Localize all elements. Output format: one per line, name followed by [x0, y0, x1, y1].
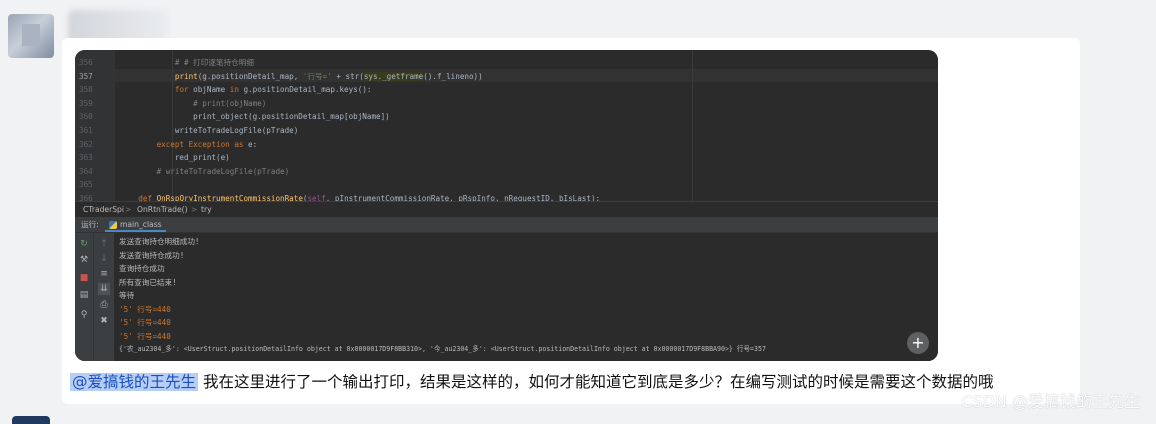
- mention-link[interactable]: @爱搞钱的王先生: [70, 373, 199, 391]
- code-line: 358 for objName in g.positionDetail_map.…: [75, 83, 938, 96]
- output-line: '5' 行号=440: [119, 318, 171, 327]
- line-number: 356: [79, 58, 93, 67]
- code-text: red_print(e): [120, 151, 230, 164]
- code-token: in: [229, 85, 239, 95]
- run-tools-secondary: ↑ ↓ ≡ ⇊ ⎙ ✖: [93, 233, 114, 361]
- run-tab-main-class[interactable]: main_class: [105, 217, 166, 232]
- run-output-panel: ↻ ⚒ ■ ▤ ⚲ ↑ ↓ ≡ ⇊ ⎙ ✖ 发送查询持仓明细成功! 发送查询持仓…: [75, 233, 938, 361]
- output-line: '5' 行号=440: [119, 331, 171, 341]
- pin-icon[interactable]: ⚲: [78, 309, 90, 321]
- soft-wrap-icon[interactable]: ≡: [98, 268, 110, 280]
- run-label: 运行:: [81, 220, 99, 229]
- code-text: print_object(g.positionDetail_map[objNam…: [120, 110, 390, 123]
- code-token: '行号=': [302, 71, 332, 81]
- code-token: Exception: [188, 139, 230, 149]
- line-number: 363: [79, 153, 93, 163]
- code-token: red_print(e): [120, 153, 230, 163]
- code-token: print_object(g.positionDetail_map[objNam…: [120, 112, 390, 122]
- output-line: 发送查询持仓成功!: [119, 250, 185, 260]
- breadcrumb-item-class[interactable]: CTraderSpi: [83, 202, 124, 217]
- code-line: 357 print(g.positionDetail_map, '行号=' + …: [75, 70, 938, 83]
- wrench-icon[interactable]: ⚒: [78, 254, 90, 266]
- code-token: # # 打印逐笔持仓明细: [174, 58, 254, 67]
- stop-icon[interactable]: ■: [78, 272, 90, 284]
- code-line: 360 print_object(g.positionDetail_map[ob…: [75, 110, 938, 123]
- code-text: # print(objName): [120, 97, 266, 110]
- code-token: # print(objName): [193, 98, 267, 108]
- code-token: e:: [243, 139, 258, 149]
- output-line: {'农_au2304_多': <UserStruct.positionDetai…: [119, 345, 766, 353]
- code-token: g.positionDetail_map.keys():: [238, 85, 372, 95]
- line-number: 360: [79, 112, 93, 122]
- scroll-up-icon[interactable]: ↑: [98, 238, 110, 250]
- code-text: # # 打印逐笔持仓明细: [120, 56, 254, 69]
- python-icon: [109, 221, 117, 229]
- message-body: 我在这里进行了一个输出打印，结果是这样的，如何才能知道它到底是多少？在编写测试的…: [202, 373, 994, 391]
- line-number: 365: [79, 180, 93, 190]
- code-editor: 356 # # 打印逐笔持仓明细 357 print(g.positionDeta…: [75, 50, 938, 203]
- output-line: 所有查询已结束!: [119, 277, 177, 287]
- breadcrumb-separator: >: [125, 205, 132, 214]
- message-text: @爱搞钱的王先生 我在这里进行了一个输出打印，结果是这样的，如何才能知道它到底是…: [70, 370, 993, 394]
- breadcrumb-item-block[interactable]: try: [201, 202, 212, 217]
- code-token: print: [174, 71, 198, 81]
- code-token: writeToTradeLogFile(pTrade): [120, 126, 299, 135]
- code-line: 363 red_print(e): [75, 151, 938, 164]
- code-token: except: [156, 139, 185, 149]
- code-line: 361 writeToTradeLogFile(pTrade): [75, 124, 938, 137]
- code-line: 359 # print(objName): [75, 97, 938, 110]
- code-token: + str(: [331, 71, 364, 81]
- run-toolbar: 运行: main_class: [75, 217, 938, 233]
- layout-icon[interactable]: ▤: [78, 289, 90, 301]
- add-icon[interactable]: +: [907, 332, 929, 354]
- code-token: ().f_lineno)): [423, 71, 483, 81]
- line-number: 364: [79, 166, 93, 176]
- code-line: 365: [75, 178, 938, 191]
- code-token: for: [174, 85, 189, 95]
- code-token: sys._getframe: [363, 71, 424, 81]
- code-text: print(g.positionDetail_map, '行号=' + str(…: [120, 70, 483, 83]
- breadcrumb-separator: >: [191, 205, 198, 214]
- scroll-to-end-icon[interactable]: ⇊: [98, 283, 110, 295]
- trash-icon[interactable]: ✖: [98, 315, 110, 327]
- line-number: 361: [79, 126, 93, 135]
- output-line: 查询持仓成功: [119, 264, 165, 273]
- print-icon[interactable]: ⎙: [98, 299, 110, 311]
- line-number: 359: [79, 98, 93, 108]
- code-token: (g.positionDetail_map,: [197, 71, 303, 81]
- rerun-icon[interactable]: ↻: [78, 238, 90, 250]
- breadcrumb-item-method[interactable]: OnRtnTrade(): [137, 202, 188, 217]
- code-token: objName: [188, 85, 230, 95]
- csdn-watermark: CSDN @爱搞钱的王先生: [961, 392, 1140, 411]
- output-line: '5' 行号=440: [119, 304, 171, 314]
- scroll-down-icon[interactable]: ↓: [98, 253, 110, 265]
- line-number: 357: [79, 71, 93, 81]
- next-avatar-edge: [12, 416, 50, 424]
- output-line: 等待: [119, 291, 135, 300]
- code-line: 364 # writeToTradeLogFile(pTrade): [75, 165, 938, 178]
- code-text: # writeToTradeLogFile(pTrade): [120, 165, 290, 178]
- code-text: writeToTradeLogFile(pTrade): [120, 124, 298, 137]
- line-number: 358: [79, 85, 93, 95]
- line-number: 362: [79, 139, 93, 149]
- user-avatar[interactable]: [8, 14, 54, 58]
- code-token: # writeToTradeLogFile(pTrade): [156, 166, 290, 176]
- code-line: 362 except Exception as e:: [75, 138, 938, 151]
- run-tab-label: main_class: [120, 220, 162, 229]
- output-line: 发送查询持仓明细成功!: [119, 237, 200, 246]
- ide-screenshot[interactable]: 356 # # 打印逐笔持仓明细 357 print(g.positionDeta…: [75, 50, 938, 361]
- code-text: except Exception as e:: [120, 138, 258, 151]
- breadcrumb: CTraderSpi > OnRtnTrade() > try: [75, 201, 938, 217]
- run-tools-primary: ↻ ⚒ ■ ▤ ⚲: [75, 233, 93, 361]
- code-text: for objName in g.positionDetail_map.keys…: [120, 83, 372, 96]
- code-line: 356 # # 打印逐笔持仓明细: [75, 56, 938, 69]
